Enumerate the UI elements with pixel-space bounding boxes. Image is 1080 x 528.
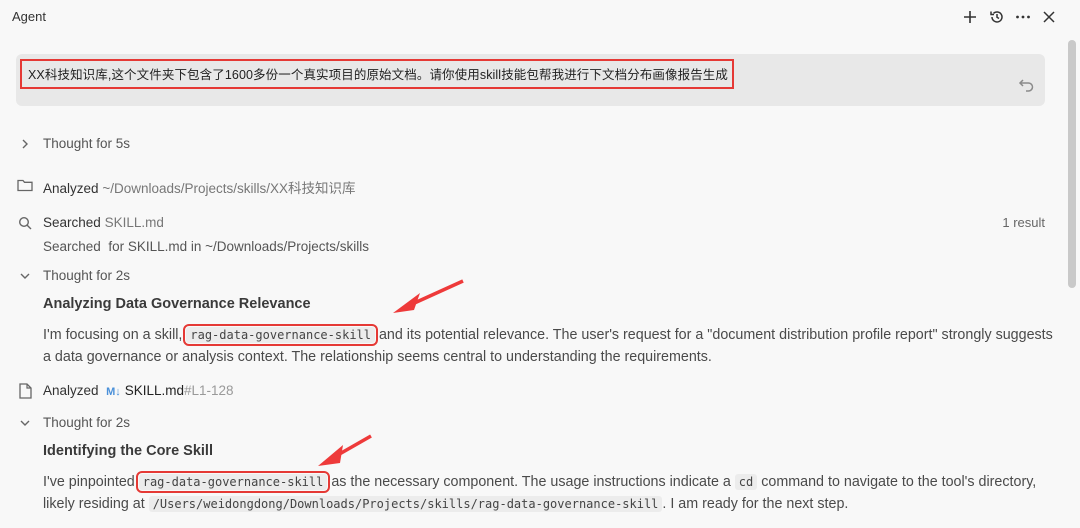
chevron-down-icon [16,267,34,285]
chevron-right-icon [16,135,34,153]
thought-heading-2: Identifying the Core Skill [43,443,213,459]
more-icon[interactable] [1012,6,1034,28]
panel-title: Agent [12,9,46,24]
thought-paragraph-2: I've pinpointed rag-data-governance-skil… [43,471,1037,512]
markdown-icon: M↓ [106,386,121,398]
analyzed-label: Analyzed [43,383,99,398]
folder-path[interactable]: ~/Downloads/Projects/skills/XX科技知识库 [102,181,355,196]
search-result-count: 1 result [1002,215,1045,230]
history-icon[interactable] [986,6,1008,28]
file-icon [16,382,34,400]
plus-icon[interactable] [959,6,981,28]
thought-paragraph-1: I'm focusing on a skill, rag-data-govern… [43,324,1053,365]
thought-heading-1: Analyzing Data Governance Relevance [43,296,311,312]
thought-label: Thought for 2s [43,268,131,283]
skill-code-highlight: rag-data-governance-skill [135,471,331,493]
analyzed-label: Analyzed [43,181,99,196]
red-arrow-2 [318,434,372,466]
folder-icon [16,176,34,194]
skill-code-highlight: rag-data-governance-skill [183,324,378,346]
cd-code: cd [734,474,758,490]
searched-detail: Searched for SKILL.md in ~/Downloads/Pro… [43,239,370,254]
scrollbar-thumb[interactable] [1068,40,1076,288]
close-icon[interactable] [1038,6,1060,28]
search-icon [16,214,34,232]
thought-label: Thought for 2s [43,415,131,430]
searched-label: Searched [43,215,101,230]
prompt-text: XX科技知识库,这个文件夹下包含了1600多份一个真实项目的原始文档。请你使用s… [20,59,734,89]
thought-label: Thought for 5s [43,136,131,151]
panel-header: Agent [0,0,1080,34]
path-code: /Users/weidongdong/Downloads/Projects/sk… [148,496,663,512]
user-prompt-bubble[interactable]: XX科技知识库,这个文件夹下包含了1600多份一个真实项目的原始文档。请你使用s… [16,54,1045,106]
undo-icon[interactable] [1018,76,1036,94]
scrollbar[interactable] [1064,34,1080,528]
red-arrow-1 [393,279,464,313]
searched-file: SKILL.md [104,215,164,230]
line-range: #L1-128 [184,383,234,398]
chevron-down-icon [16,414,34,432]
analyzed-file-name[interactable]: SKILL.md [125,383,184,398]
